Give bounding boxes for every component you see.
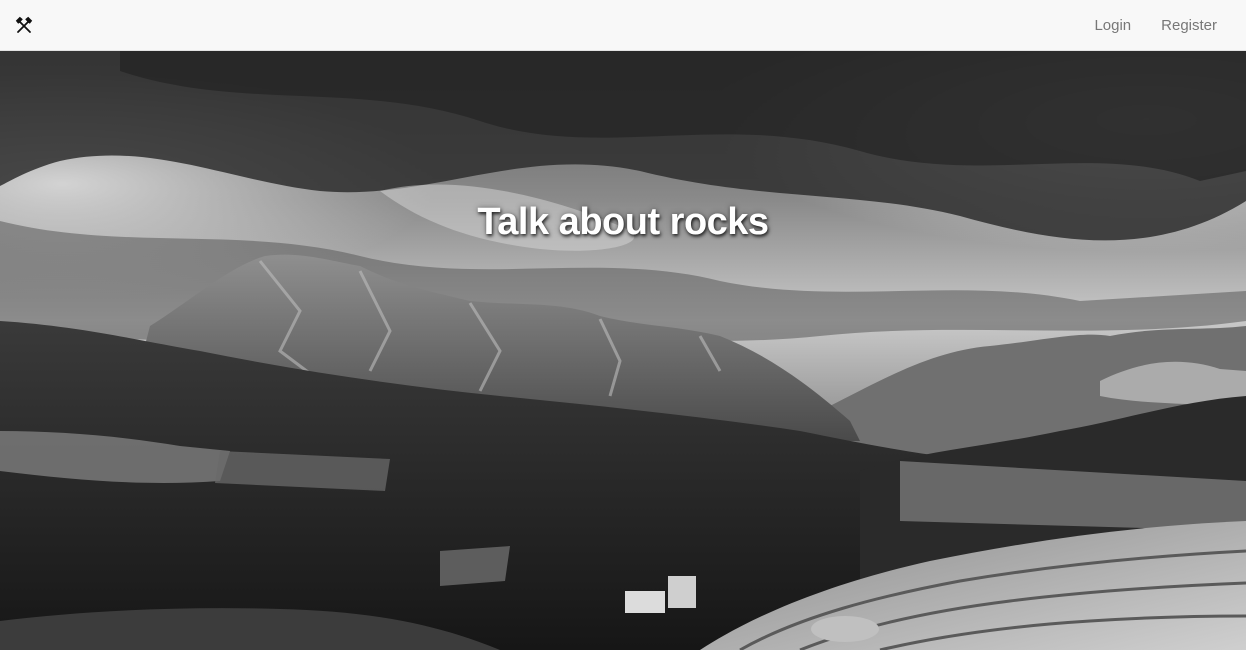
brand-logo-link[interactable] bbox=[0, 0, 48, 51]
crossed-hammers-icon bbox=[15, 16, 33, 33]
register-link[interactable]: Register bbox=[1146, 0, 1232, 51]
nav-links: Login Register bbox=[1079, 0, 1246, 51]
hero-title: Talk about rocks bbox=[477, 201, 769, 243]
navbar: Login Register bbox=[0, 0, 1246, 51]
login-link[interactable]: Login bbox=[1079, 0, 1146, 51]
hero-background-image bbox=[0, 51, 1246, 650]
hero-section: Talk about rocks bbox=[0, 51, 1246, 650]
